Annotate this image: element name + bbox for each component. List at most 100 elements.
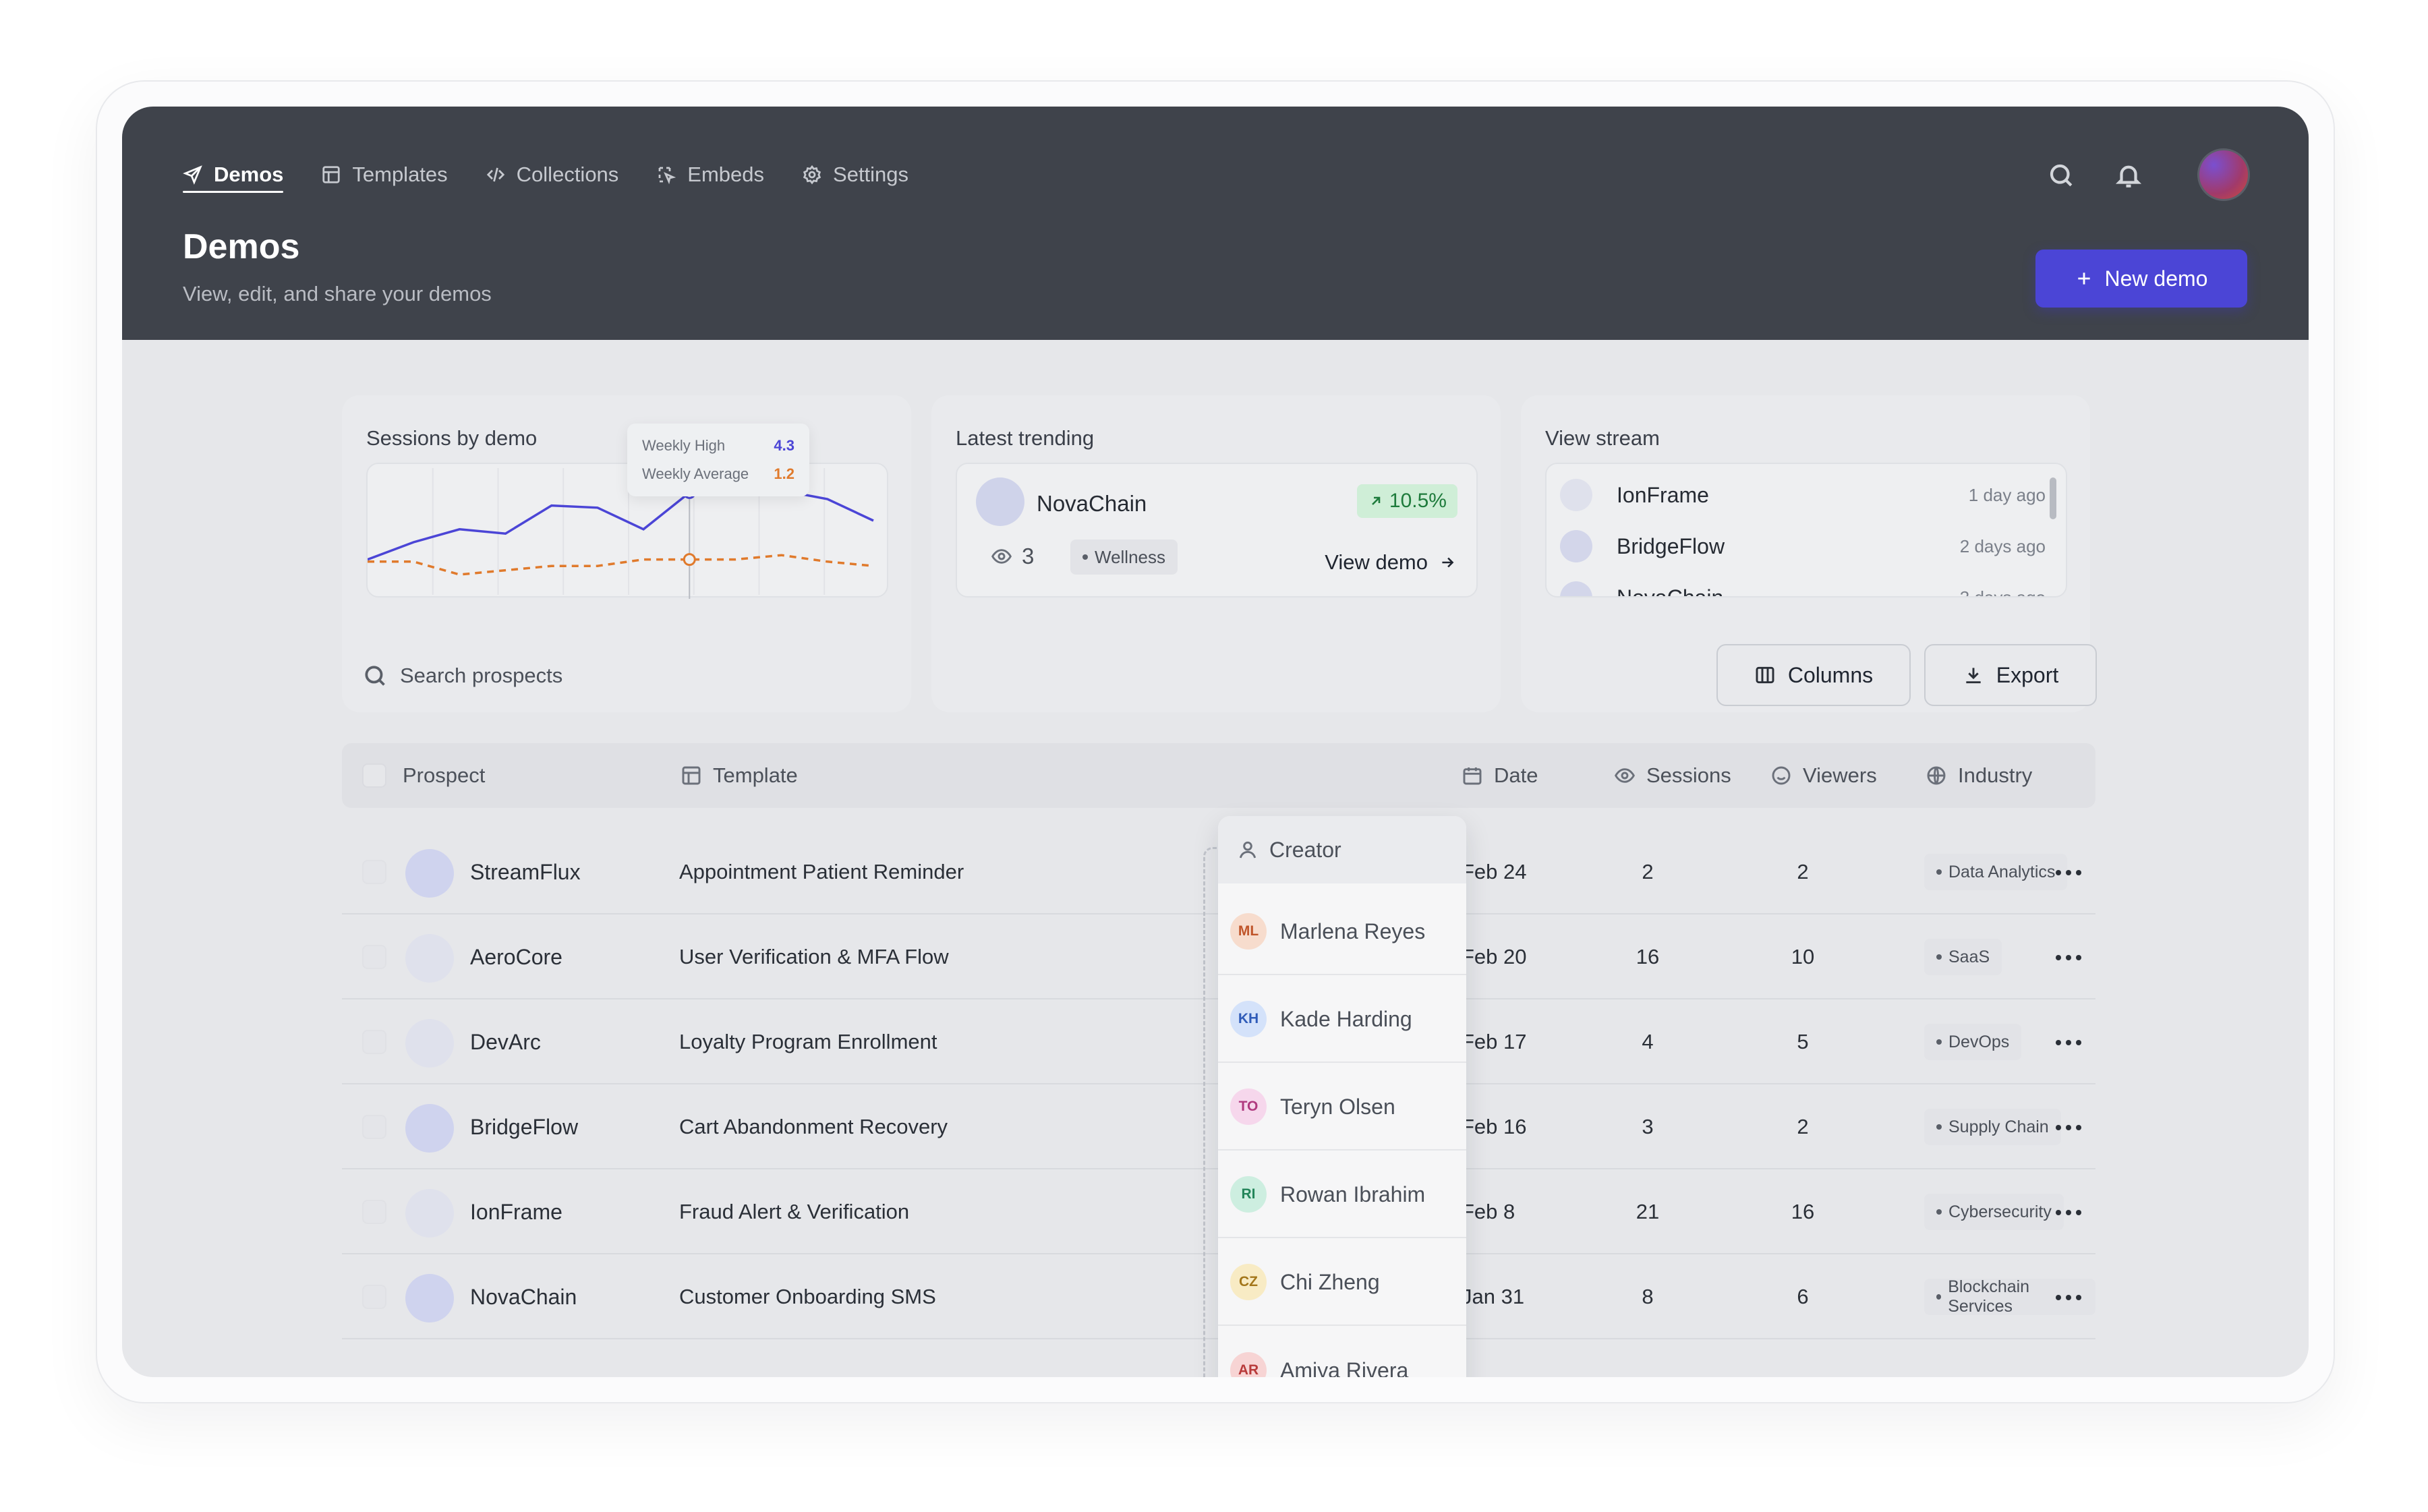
row-menu-button[interactable]	[2048, 1029, 2089, 1056]
view-demo-link[interactable]: View demo	[1325, 550, 1456, 575]
stream-name: NovaChain	[1617, 585, 1724, 598]
row-checkbox[interactable]	[362, 1115, 386, 1139]
stream-item[interactable]: BridgeFlow 2 days ago	[1560, 530, 2046, 562]
row-menu-button[interactable]	[2048, 859, 2089, 886]
th-date[interactable]: Date	[1462, 743, 1538, 808]
stream-avatar	[1560, 479, 1592, 511]
creator-name: Kade Harding	[1280, 1006, 1412, 1031]
prospect-avatar	[405, 1019, 454, 1068]
industry-tag: Data Analytics	[1924, 854, 2068, 890]
th-industry[interactable]: Industry	[1926, 743, 2032, 808]
new-demo-button[interactable]: New demo	[2035, 250, 2247, 308]
row-checkbox[interactable]	[362, 860, 386, 884]
row-menu-button[interactable]	[2048, 1114, 2089, 1141]
creator-option[interactable]: AR Amiya Rivera	[1218, 1327, 1466, 1377]
trending-views: 3	[991, 544, 1034, 569]
th-sessions[interactable]: Sessions	[1614, 743, 1731, 808]
nav-label: Embeds	[687, 163, 765, 186]
cell-viewers: 16	[1791, 1200, 1815, 1223]
cell-industry: Cybersecurity	[1924, 1169, 2064, 1254]
th-label: Sessions	[1646, 763, 1731, 787]
creator-option[interactable]: KH Kade Harding	[1218, 977, 1466, 1063]
series-point-weekly-average[interactable]	[683, 553, 696, 566]
creator-option[interactable]: ML Marlena Reyes	[1218, 889, 1466, 975]
stream-title: View stream	[1545, 426, 1660, 450]
cell-viewers: 6	[1797, 1285, 1809, 1308]
stream-item[interactable]: NovaChain 3 days ago	[1560, 581, 2046, 598]
nav-label: Collections	[516, 163, 619, 186]
row-menu-button[interactable]	[2048, 1284, 2089, 1311]
embed-icon	[658, 167, 676, 185]
globe-icon	[1927, 766, 1946, 785]
user-icon	[1239, 841, 1256, 859]
th-label: Prospect	[403, 763, 486, 787]
row-menu-button[interactable]	[2048, 944, 2089, 971]
nav-label: Templates	[352, 163, 448, 186]
creator-name: Marlena Reyes	[1280, 919, 1426, 943]
th-viewers[interactable]: Viewers	[1770, 743, 1877, 808]
th-label: Industry	[1958, 763, 2033, 787]
creator-option[interactable]: TO Teryn Olsen	[1218, 1064, 1466, 1151]
nav-settings[interactable]: Settings	[802, 147, 908, 202]
row-checkbox[interactable]	[362, 945, 386, 969]
export-label: Export	[1996, 662, 2059, 687]
search-input[interactable]	[400, 664, 737, 688]
stream-scrollbar[interactable]	[2050, 477, 2056, 519]
trending-item[interactable]: NovaChain 10.5% 3 Wellness View demo	[956, 463, 1478, 598]
bell-icon	[2115, 165, 2142, 187]
nav-collections[interactable]: Collections	[486, 147, 619, 202]
cell-prospect[interactable]: AeroCore	[470, 914, 562, 999]
export-button[interactable]: Export	[1924, 644, 2097, 706]
user-avatar[interactable]	[2197, 148, 2250, 201]
th-prospect[interactable]: Prospect	[403, 743, 485, 808]
cell-date: Feb 16	[1462, 1115, 1527, 1138]
cell-industry: Supply Chain	[1924, 1084, 2061, 1169]
columns-button[interactable]: Columns	[1716, 644, 1911, 706]
nav-demos[interactable]: Demos	[183, 147, 284, 202]
notifications-button[interactable]	[2102, 148, 2156, 202]
nav-embeds[interactable]: Embeds	[656, 147, 764, 202]
cell-sessions: 4	[1642, 1030, 1654, 1053]
th-template[interactable]: Template	[681, 743, 798, 808]
cell-template: Loyalty Program Enrollment	[679, 1030, 937, 1053]
trending-change-badge: 10.5%	[1356, 484, 1457, 518]
creator-initials: ML	[1230, 913, 1267, 950]
stream-list[interactable]: IonFrame 1 day ago BridgeFlow 2 days ago…	[1545, 463, 2067, 598]
cell-prospect[interactable]: BridgeFlow	[470, 1084, 578, 1169]
trending-name: NovaChain	[1037, 491, 1147, 516]
select-all-checkbox[interactable]	[362, 763, 386, 788]
creator-initials: TO	[1230, 1088, 1267, 1125]
search-box[interactable]	[342, 645, 753, 706]
creator-column-header[interactable]: Creator	[1218, 816, 1466, 883]
stream-item[interactable]: IonFrame 1 day ago	[1560, 479, 2046, 511]
new-demo-label: New demo	[2104, 266, 2208, 291]
cell-prospect[interactable]: DevArc	[470, 999, 541, 1084]
row-checkbox[interactable]	[362, 1200, 386, 1224]
creator-option[interactable]: CZ Chi Zheng	[1218, 1240, 1466, 1326]
nav-templates[interactable]: Templates	[321, 147, 448, 202]
tooltip-high-value: 4.3	[774, 437, 794, 454]
cell-prospect[interactable]: IonFrame	[470, 1169, 562, 1254]
cell-viewers: 2	[1797, 860, 1809, 883]
cell-prospect[interactable]: StreamFlux	[470, 830, 581, 914]
trending-views-count: 3	[1022, 544, 1035, 569]
search-button[interactable]	[2034, 148, 2088, 202]
cell-date: Feb 8	[1462, 1200, 1515, 1223]
creator-option[interactable]: RI Rowan Ibrahim	[1218, 1152, 1466, 1238]
cell-prospect[interactable]: NovaChain	[470, 1254, 577, 1339]
creator-name: Teryn Olsen	[1280, 1094, 1395, 1119]
cell-industry: DevOps	[1924, 999, 2022, 1084]
row-checkbox[interactable]	[362, 1030, 386, 1054]
creator-column-dropdown[interactable]: Creator ML Marlena Reyes KH Kade Harding TO T…	[1218, 816, 1466, 1377]
row-checkbox[interactable]	[362, 1285, 386, 1309]
cell-sessions: 8	[1642, 1285, 1654, 1308]
creator-initials: CZ	[1230, 1264, 1267, 1300]
more-icon	[2056, 1210, 2081, 1215]
stream-time: 1 day ago	[1968, 484, 2046, 505]
row-menu-button[interactable]	[2048, 1199, 2089, 1226]
stream-name: BridgeFlow	[1617, 533, 1725, 558]
gear-icon	[803, 165, 821, 185]
cell-date: Jan 31	[1462, 1285, 1525, 1308]
industry-tag: DevOps	[1924, 1024, 2022, 1060]
page-title: Demos	[183, 227, 300, 266]
